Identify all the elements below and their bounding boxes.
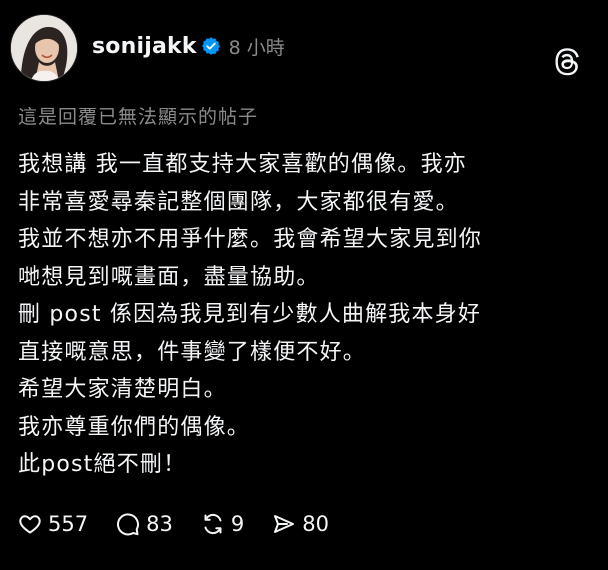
repost-count: 9 <box>230 512 245 536</box>
unavailable-reply-note[interactable]: 這是回覆已無法顯示的帖子 <box>18 102 258 129</box>
comment-button[interactable]: 83 <box>116 512 173 536</box>
thread-post: sonijakk 8 小時 這是回覆已無法顯示的帖子 我想講 我一直都支持大家喜… <box>0 0 608 570</box>
post-body-line: 希望大家清楚明白。 <box>18 377 227 402</box>
action-bar: 557 83 9 80 <box>18 512 357 536</box>
like-button[interactable]: 557 <box>18 512 88 536</box>
verified-badge-icon <box>201 36 221 56</box>
post-body-line: 刪 post 係因為我見到有少數人曲解我本身好 <box>18 302 482 327</box>
post-body-line: 直接嘅意思，件事變了樣便不好。 <box>18 339 367 365</box>
avatar-image <box>11 15 77 81</box>
post-body: 我想講 我一直都支持大家喜歡的偶像。我亦 非常喜愛尋秦記整個團隊，大家都很有愛。… <box>18 146 593 484</box>
post-timestamp: 8 小時 <box>228 36 285 59</box>
post-body-line: 非常喜愛尋秦記整個團隊，大家都很有愛。 <box>18 189 459 215</box>
threads-logo-icon[interactable] <box>554 48 582 76</box>
name-row: sonijakk 8 小時 <box>92 33 285 60</box>
post-body-line: 我並不想亦不用爭什麼。我會希望大家見到你 <box>18 227 483 252</box>
repost-button[interactable]: 9 <box>201 512 244 536</box>
post-body-line: 哋想見到嘅畫面，盡量協助。 <box>18 264 320 290</box>
post-body-line: 我想講 我一直都支持大家喜歡的偶像。我亦 <box>18 152 467 177</box>
username[interactable]: sonijakk <box>92 34 197 59</box>
heart-icon <box>18 512 42 536</box>
post-body-line: 此post絕不刪！ <box>18 452 187 477</box>
avatar[interactable] <box>10 14 78 82</box>
comment-icon <box>116 512 140 536</box>
comment-count: 83 <box>146 512 173 536</box>
like-count: 557 <box>48 512 89 536</box>
post-body-line: 我亦尊重你們的偶像。 <box>18 414 251 440</box>
share-count: 80 <box>302 512 329 536</box>
post-header: sonijakk 8 小時 <box>10 14 590 82</box>
share-button[interactable]: 80 <box>272 512 329 536</box>
send-icon <box>272 512 296 536</box>
repost-icon <box>201 512 225 536</box>
